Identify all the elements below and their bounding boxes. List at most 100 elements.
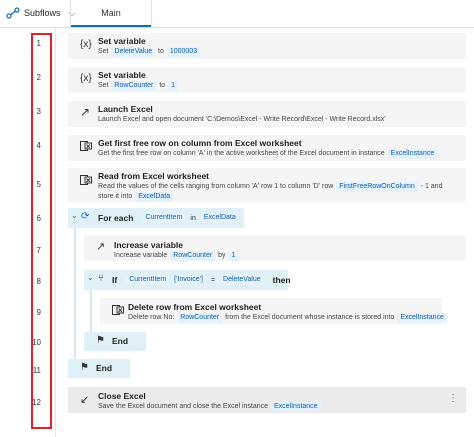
value-token: DeleteValue	[220, 275, 264, 285]
action-title: Close Excel	[98, 391, 146, 401]
index-token: ['Invoice']	[171, 275, 206, 285]
line-number: 6	[36, 214, 41, 223]
for-each-row: For each CurrentItem in ExcelData	[98, 213, 240, 223]
collapse-chevron-icon[interactable]: ⌄	[71, 211, 78, 220]
action-description: Set DeleteValue to 1000003	[98, 46, 201, 57]
action-launch-excel[interactable]: ↗ Launch Excel Launch Excel and open doc…	[68, 101, 466, 127]
action-get-first-free-row[interactable]: Get first free row on column from Excel …	[68, 135, 466, 161]
action-description: store it into ExcelData	[98, 191, 174, 202]
instance-token: ExcelInstance	[271, 402, 321, 412]
desc-text: Read the values of the cells ranging fro…	[98, 183, 334, 190]
collapse-chevron-icon[interactable]: ⌄	[87, 273, 94, 282]
action-title: Delete row from Excel worksheet	[128, 302, 262, 312]
loop-icon: ⟳	[81, 211, 90, 222]
keyword-in: in	[190, 214, 196, 222]
end-row: End	[96, 363, 120, 373]
excel-icon	[112, 304, 124, 316]
line-number: 1	[36, 39, 41, 48]
arrow-up-right-icon: ↗	[80, 105, 91, 119]
subflows-icon	[6, 7, 20, 19]
line-number: 9	[36, 308, 41, 317]
variable-token: RowCounter	[111, 81, 157, 91]
line-number: 5	[36, 180, 41, 189]
desc-text: to	[159, 82, 166, 89]
action-title: Set variable	[98, 36, 146, 46]
action-description: Launch Excel and open document 'C:\Demos…	[98, 116, 386, 123]
variable-token: FirstFreeRowOnColumn	[336, 182, 418, 192]
for-each-block[interactable]: ⌄ ⟳ For each CurrentItem in ExcelData	[68, 208, 244, 228]
desc-text: Get the first free row on column 'A' in …	[98, 150, 385, 157]
variable-token: CurrentItem	[142, 213, 186, 223]
action-read-from-excel[interactable]: Read from Excel worksheet Read the value…	[68, 168, 466, 202]
if-row: If CurrentItem ['Invoice'] = DeleteValue…	[112, 275, 291, 285]
action-description: Get the first free row on column 'A' in …	[98, 148, 438, 159]
action-set-variable[interactable]: {x} Set variable Set DeleteValue to 1000…	[68, 33, 466, 59]
keyword-then: then	[272, 275, 291, 285]
top-bar: Subflows ⌵ Main	[0, 0, 474, 28]
action-close-excel[interactable]: ↙ Close Excel Save the Excel document an…	[68, 387, 466, 413]
value-token: 1	[168, 81, 179, 91]
end-row: End	[112, 336, 136, 346]
tab-main[interactable]: Main	[71, 0, 151, 27]
desc-text: Delete row No:	[128, 314, 175, 321]
action-description: Set RowCounter to 1	[98, 80, 179, 91]
action-increase-variable[interactable]: ↗ Increase variable Increase variable Ro…	[84, 235, 466, 261]
variable-token: ExcelData	[135, 192, 174, 202]
action-title: Set variable	[98, 70, 146, 80]
variable-token: DeleteValue	[111, 47, 156, 57]
flag-icon: ⚑	[80, 362, 89, 373]
desc-text: Save the Excel document and close the Ex…	[98, 403, 269, 410]
desc-text: by	[218, 252, 226, 259]
subflows-label: Subflows	[24, 8, 61, 18]
action-title: Launch Excel	[98, 104, 153, 114]
variable-token: CurrentItem	[126, 275, 170, 285]
desc-text: from the Excel document whose instance i…	[225, 314, 395, 321]
if-block[interactable]: ⌄ ⑂ If CurrentItem ['Invoice'] = DeleteV…	[84, 270, 291, 290]
excel-icon	[80, 140, 92, 152]
line-number: 3	[36, 107, 41, 116]
branch-icon: ⑂	[98, 273, 104, 284]
action-title: Increase variable	[114, 240, 183, 250]
desc-text: to	[158, 48, 164, 55]
variable-token: ExcelData	[200, 213, 239, 223]
more-options-icon[interactable]: ⋮	[448, 393, 458, 404]
desc-text: - 1 and	[420, 183, 443, 190]
block-rail	[74, 228, 76, 359]
action-set-variable[interactable]: {x} Set variable Set RowCounter to 1	[68, 67, 466, 93]
desc-text: Increase variable	[114, 252, 168, 259]
variable-braces-icon: {x}	[80, 39, 92, 50]
variable-token: RowCounter	[177, 313, 223, 323]
arrow-down-left-icon: ↙	[80, 394, 90, 406]
line-number: 4	[36, 141, 41, 150]
keyword: End	[112, 336, 129, 346]
excel-icon	[80, 174, 92, 186]
value-token: 1000003	[166, 47, 201, 57]
end-if-block[interactable]: ⚑ End	[84, 332, 146, 351]
action-title: Get first free row on column from Excel …	[98, 138, 302, 148]
keyword: End	[96, 363, 113, 373]
line-number: 2	[36, 73, 41, 82]
block-rail	[90, 290, 92, 332]
action-description: Increase variable RowCounter by 1	[114, 250, 239, 261]
end-for-each-block[interactable]: ⚑ End	[68, 359, 130, 378]
keyword: If	[112, 275, 118, 285]
operator: =	[210, 276, 216, 284]
desc-text: Set	[98, 82, 109, 89]
variable-braces-icon: {x}	[80, 73, 92, 84]
action-delete-row[interactable]: Delete row from Excel worksheet Delete r…	[100, 298, 447, 324]
variable-token: RowCounter	[170, 251, 216, 261]
keyword: For each	[98, 213, 134, 223]
desc-text: store it into	[98, 193, 133, 200]
divider	[0, 27, 474, 28]
flag-icon: ⚑	[96, 335, 105, 346]
action-description: Save the Excel document and close the Ex…	[98, 401, 322, 412]
instance-token: ExcelInstance	[387, 149, 438, 159]
trend-up-icon: ↗	[96, 241, 106, 253]
divider	[151, 0, 152, 28]
line-number: 8	[36, 277, 41, 286]
action-title: Read from Excel worksheet	[98, 171, 210, 181]
instance-token: ExcelInstance	[397, 313, 447, 323]
value-token: 1	[228, 251, 239, 261]
subflows-dropdown[interactable]: Subflows ⌵	[6, 7, 75, 19]
line-number: 10	[32, 338, 41, 347]
